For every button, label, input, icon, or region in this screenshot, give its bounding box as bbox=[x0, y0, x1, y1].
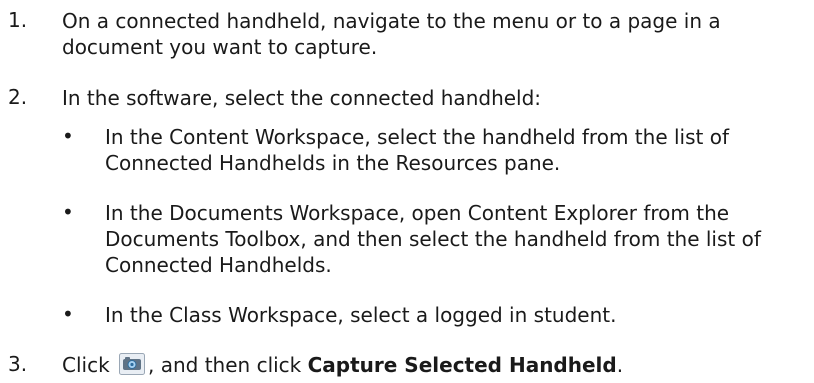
capture-selected-handheld-label: Capture Selected Handheld bbox=[307, 353, 617, 377]
bullet-text: In the Content Workspace, select the han… bbox=[105, 125, 729, 175]
bullet-item: • In the Class Workspace, select a logge… bbox=[0, 302, 814, 332]
step-2: 2. In the software, select the connected… bbox=[0, 85, 814, 115]
step-text-end: . bbox=[616, 353, 624, 377]
bullet-marker: • bbox=[62, 124, 74, 148]
bullet-text: In the Documents Workspace, open Content… bbox=[105, 201, 761, 277]
step-text: In the software, select the connected ha… bbox=[62, 86, 542, 110]
bullet-text: In the Class Workspace, select a logged … bbox=[105, 303, 617, 327]
step-number: 3. bbox=[8, 352, 28, 376]
step-text-middle: , and then click bbox=[148, 353, 302, 377]
step-text-before: Click bbox=[62, 353, 110, 377]
step-number: 2. bbox=[8, 85, 28, 109]
bullet-item: • In the Documents Workspace, open Conte… bbox=[0, 200, 814, 280]
step-3: 3. Click , and then click Capture Select… bbox=[0, 352, 814, 382]
step-text: Click , and then click Capture Selected … bbox=[62, 352, 802, 378]
bullet-item: • In the Content Workspace, select the h… bbox=[0, 124, 814, 184]
step-number: 1. bbox=[8, 8, 28, 32]
document-body: 1. On a connected handheld, navigate to … bbox=[0, 0, 814, 383]
step-1: 1. On a connected handheld, navigate to … bbox=[0, 8, 814, 68]
camera-icon bbox=[119, 353, 146, 375]
bullet-marker: • bbox=[62, 200, 74, 224]
step-text: On a connected handheld, navigate to the… bbox=[62, 9, 721, 59]
bullet-marker: • bbox=[62, 302, 74, 326]
